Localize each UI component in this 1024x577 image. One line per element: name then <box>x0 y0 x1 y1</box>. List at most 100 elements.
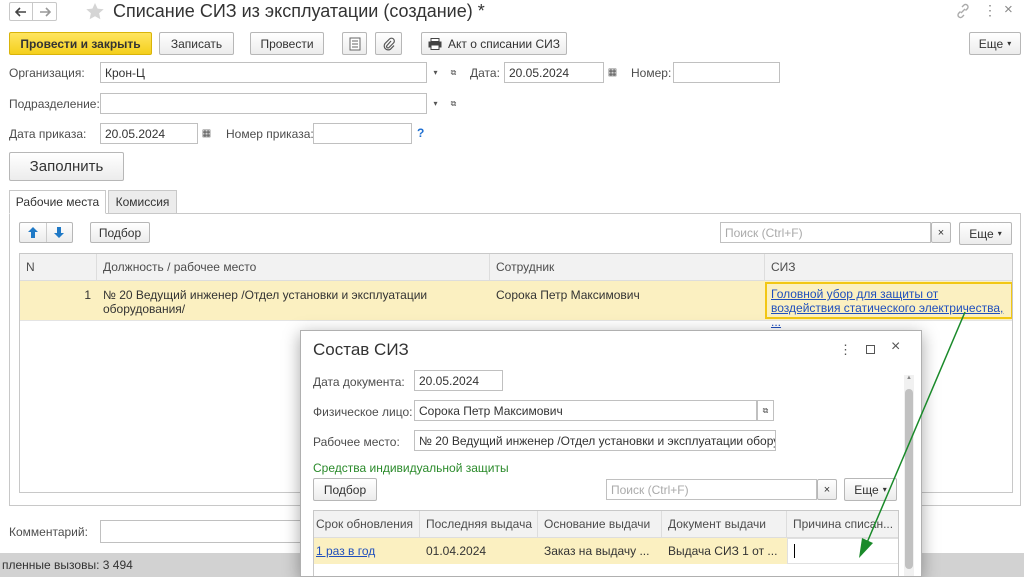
post-button[interactable]: Провести <box>250 32 324 55</box>
back-button[interactable] <box>9 2 33 21</box>
window-menu-icon[interactable]: ⋮ <box>983 2 997 19</box>
col-header-document[interactable]: Документ выдачи <box>662 511 787 537</box>
workplace-label: Рабочее место: <box>313 435 400 449</box>
col-header-employee[interactable]: Сотрудник <box>490 254 765 280</box>
dialog-menu-icon[interactable]: ⋮ <box>839 342 852 358</box>
dialog-table-row[interactable]: 1 раз в год 01.04.2024 Заказ на выдачу .… <box>314 538 898 564</box>
organization-field[interactable]: Крон-Ц <box>100 62 427 83</box>
post-and-close-button[interactable]: Провести и закрыть <box>9 32 152 55</box>
favorite-star-icon[interactable] <box>85 2 105 21</box>
print-act-button[interactable]: Акт о списании СИЗ <box>421 32 567 55</box>
row-period-link[interactable]: 1 раз в год <box>316 544 375 558</box>
more-button[interactable]: Еще ▾ <box>969 32 1021 55</box>
status-bar-text: пленные вызовы: 3 494 <box>2 558 133 572</box>
dialog-table-header: Срок обновления Последняя выдача Основан… <box>314 511 898 538</box>
order-calendar-icon[interactable]: ▦ <box>198 123 215 144</box>
arrow-right-icon <box>39 6 51 17</box>
dialog-more-button[interactable]: Еще ▾ <box>844 478 897 501</box>
dialog-scrollbar[interactable]: ▲ <box>904 375 914 576</box>
dialog-more-chevron-icon: ▾ <box>882 485 887 494</box>
table-more-label: Еще <box>969 226 994 241</box>
row-basis: Заказ на выдачу ... <box>544 544 650 558</box>
comment-label: Комментарий: <box>9 525 88 539</box>
print-act-label: Акт о списании СИЗ <box>447 36 560 51</box>
department-dropdown-icon[interactable]: ▾ <box>427 93 444 114</box>
person-field[interactable]: Сорока Петр Максимович <box>414 400 757 421</box>
move-down-icon[interactable] <box>47 223 73 242</box>
row-document: Выдача СИЗ 1 от ... <box>668 544 778 558</box>
col-header-basis[interactable]: Основание выдачи <box>538 511 662 537</box>
dialog-pick-button[interactable]: Подбор <box>313 478 377 501</box>
dialog-search-input[interactable]: Поиск (Ctrl+F) <box>606 479 817 500</box>
organization-open-icon[interactable]: ⧉ <box>445 62 462 83</box>
arrow-left-icon <box>15 6 26 17</box>
help-icon[interactable]: ? <box>417 126 424 140</box>
document-list-icon <box>349 37 360 50</box>
row-last-issue: 01.04.2024 <box>426 544 487 558</box>
row-siz-link[interactable]: Головной убор для защиты от воздействия … <box>771 287 1005 329</box>
printer-icon <box>428 37 442 50</box>
order-date-label: Дата приказа: <box>9 127 87 141</box>
dialog-title: Состав СИЗ <box>313 340 409 359</box>
window-close-icon[interactable]: × <box>1004 1 1013 18</box>
window-title: Списание СИЗ из эксплуатации (создание) … <box>113 1 485 21</box>
date-field[interactable]: 20.05.2024 <box>504 62 604 83</box>
scroll-up-icon[interactable]: ▲ <box>904 375 914 381</box>
organization-label: Организация: <box>9 66 85 80</box>
date-label: Дата: <box>470 66 500 80</box>
person-open-icon[interactable]: ⧉ <box>757 400 774 421</box>
workplace-field[interactable]: № 20 Ведущий инженер /Отдел установки и … <box>414 430 776 451</box>
move-buttons <box>19 222 73 243</box>
col-header-period[interactable]: Срок обновления <box>314 511 420 537</box>
table-search-input[interactable]: Поиск (Ctrl+F) <box>720 222 931 243</box>
number-field[interactable] <box>673 62 780 83</box>
order-date-field[interactable]: 20.05.2024 <box>100 123 198 144</box>
table-more-button[interactable]: Еще ▾ <box>959 222 1012 245</box>
fill-button[interactable]: Заполнить <box>9 152 124 181</box>
scrollbar-thumb[interactable] <box>905 389 913 569</box>
text-cursor <box>794 544 795 558</box>
section-title: Средства индивидуальной защиты <box>313 461 509 475</box>
dialog-table: Срок обновления Последняя выдача Основан… <box>313 510 899 576</box>
row-siz-cell[interactable]: Головной убор для защиты от воздействия … <box>765 282 1012 329</box>
dialog-close-icon[interactable]: × <box>891 338 900 356</box>
move-up-icon[interactable] <box>20 223 47 242</box>
search-clear-button[interactable]: × <box>931 222 951 243</box>
col-header-siz[interactable]: СИЗ <box>765 254 1012 280</box>
order-number-label: Номер приказа: <box>226 127 314 141</box>
department-open-icon[interactable]: ⧉ <box>445 93 462 114</box>
department-field[interactable] <box>100 93 427 114</box>
row-position: № 20 Ведущий инженер /Отдел установки и … <box>103 288 428 316</box>
organization-dropdown-icon[interactable]: ▾ <box>427 62 444 83</box>
dialog-maximize-icon[interactable] <box>866 345 875 354</box>
siz-composition-dialog: Состав СИЗ ⋮ × Дата документа: 20.05.202… <box>300 330 922 577</box>
doc-date-field[interactable]: 20.05.2024 <box>414 370 503 391</box>
table-row[interactable]: 1 № 20 Ведущий инженер /Отдел установки … <box>20 281 1012 329</box>
row-reason-cell[interactable] <box>787 538 898 564</box>
chevron-down-icon: ▾ <box>1007 39 1012 48</box>
pick-button[interactable]: Подбор <box>90 222 150 243</box>
save-button[interactable]: Записать <box>159 32 234 55</box>
order-number-field[interactable] <box>313 123 412 144</box>
col-header-n[interactable]: N <box>20 254 97 280</box>
col-header-last-issue[interactable]: Последняя выдача <box>420 511 538 537</box>
dialog-more-label: Еще <box>854 482 879 497</box>
tab-workplaces[interactable]: Рабочие места <box>9 190 106 214</box>
dialog-search-clear-button[interactable]: × <box>817 479 837 500</box>
row-number: 1 <box>84 288 91 302</box>
col-header-reason[interactable]: Причина списан... <box>787 511 898 537</box>
forward-button[interactable] <box>33 2 57 21</box>
report-button[interactable] <box>342 32 367 55</box>
row-employee: Сорока Петр Максимович <box>496 288 640 302</box>
department-label: Подразделение: <box>9 97 100 111</box>
more-label: Еще <box>978 36 1004 51</box>
link-icon[interactable] <box>955 3 971 19</box>
table-header: N Должность / рабочее место Сотрудник СИ… <box>20 254 1012 281</box>
doc-date-label: Дата документа: <box>313 375 405 389</box>
tab-commission[interactable]: Комиссия <box>108 190 177 214</box>
attach-button[interactable] <box>375 32 402 55</box>
paperclip-icon <box>383 37 395 50</box>
calendar-icon[interactable]: ▦ <box>604 62 621 83</box>
table-more-chevron-icon: ▾ <box>997 229 1002 238</box>
col-header-position[interactable]: Должность / рабочее место <box>97 254 490 280</box>
